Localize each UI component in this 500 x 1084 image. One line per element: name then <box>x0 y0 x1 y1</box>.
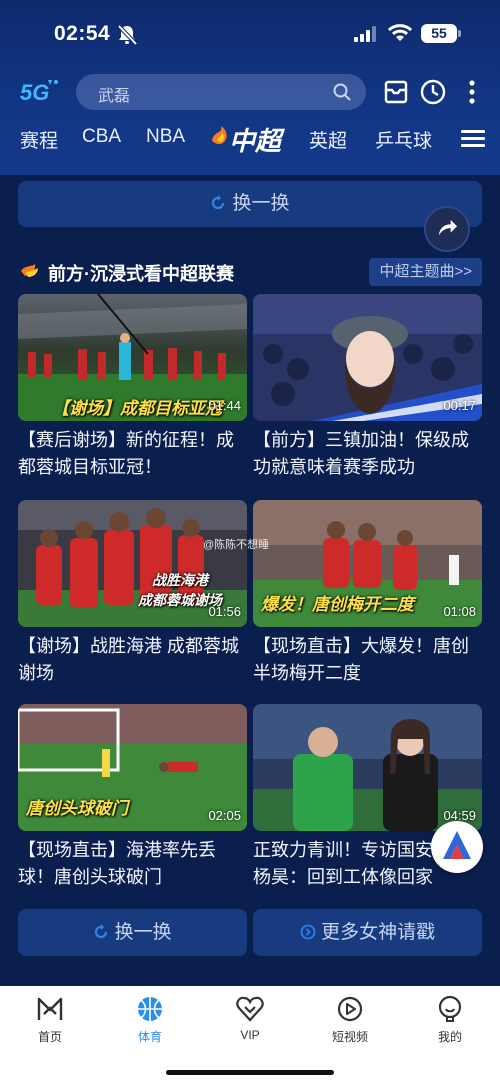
csl-flame-icon <box>212 126 227 144</box>
category-tabs: 赛程 CBA NBA 中超 英超 乒乓球 <box>0 118 500 158</box>
status-bar: 02:54 55 <box>0 0 500 66</box>
video-title[interactable]: 【现场直击】大爆发！唐创半场梅开二度 <box>253 633 482 687</box>
more-label: 更多女神请戳 <box>321 922 436 943</box>
profile-icon <box>438 995 462 1022</box>
home-indicator <box>166 1070 334 1075</box>
play-circle-icon <box>337 996 363 1022</box>
nav-sports-label: 体育 <box>137 1030 162 1044</box>
wifi-icon <box>388 24 412 41</box>
video-thumbnail[interactable]: 战胜海港 成都蓉城谢场 01:56 <box>18 500 247 627</box>
tab-schedule[interactable]: 赛程 <box>20 126 58 153</box>
vip-heart-icon <box>236 996 264 1022</box>
thumbnail-caption: 唐创头球破门 <box>26 799 128 818</box>
video-title[interactable]: 【谢场】战胜海港 成都蓉城谢场 <box>18 633 247 687</box>
theme-song-link[interactable]: 中超主题曲>> <box>369 258 482 286</box>
tab-epl[interactable]: 英超 <box>309 126 347 153</box>
csl-logo-icon <box>21 264 38 277</box>
thumbnail-caption: 爆发！唐创梅开二度 <box>261 595 414 614</box>
nav-sports[interactable]: 体育 <box>110 994 190 1045</box>
section-title: 前方·沉浸式看中超联赛 <box>48 264 234 284</box>
video-duration: 01:56 <box>208 604 241 619</box>
refresh-label: 换一换 <box>114 922 172 943</box>
tab-table-tennis[interactable]: 乒乓球 <box>375 126 432 153</box>
more-vertical-icon[interactable] <box>458 78 486 106</box>
video-duration: 00:17 <box>443 398 476 413</box>
section-header: 前方·沉浸式看中超联赛 中超主题曲>> <box>18 258 482 286</box>
video-thumbnail[interactable]: 04:59 <box>253 704 482 831</box>
app-badge-icon <box>443 831 471 859</box>
cellular-signal-icon <box>354 26 376 42</box>
video-thumbnail[interactable]: 爆发！唐创梅开二度 01:08 <box>253 500 482 627</box>
tab-nba[interactable]: NBA <box>146 126 185 148</box>
video-title[interactable]: 【现场直击】海港率先丢球！唐创头球破门 <box>18 837 247 891</box>
nav-short-video-label: 短视频 <box>331 1030 368 1044</box>
refresh-button-bottom[interactable]: 换一换 <box>18 909 247 956</box>
refresh-label-wrap: 换一换 <box>18 181 482 227</box>
search-bar[interactable]: 武磊 <box>76 74 366 110</box>
tab-menu-icon[interactable] <box>461 128 485 148</box>
video-thumbnail[interactable]: 【谢场】成都目标亚冠 01:44 <box>18 294 247 421</box>
more-goddess-button[interactable]: 更多女神请戳 <box>253 909 482 956</box>
status-time: 02:54 <box>54 22 111 45</box>
video-title[interactable]: 【赛后谢场】新的征程！成都蓉城目标亚冠！ <box>18 427 247 481</box>
refresh-button-top[interactable]: 换一换 <box>18 181 482 227</box>
tab-csl-active[interactable]: 中超 <box>229 121 281 158</box>
refresh-icon <box>212 195 225 210</box>
inbox-icon[interactable] <box>382 78 410 106</box>
share-arrow-icon <box>438 219 458 236</box>
video-thumbnail[interactable]: 00:17 <box>253 294 482 421</box>
floating-app-button[interactable] <box>431 821 483 873</box>
thumbnail-caption-line1: 战胜海港 <box>152 572 208 588</box>
nav-short-video[interactable]: 短视频 <box>310 994 390 1045</box>
battery-indicator: 55 <box>421 24 457 43</box>
home-m-icon <box>37 997 63 1020</box>
svg-text:5G: 5G <box>20 80 49 105</box>
nav-profile[interactable]: 我的 <box>410 994 490 1045</box>
search-placeholder: 武磊 <box>98 88 131 105</box>
nav-vip-label: VIP <box>240 1028 260 1042</box>
bell-off-icon <box>117 24 137 46</box>
watermark-text: @陈陈不想睡 <box>203 539 270 551</box>
video-duration: 02:05 <box>208 808 241 823</box>
thumbnail-caption: 【谢场】成都目标亚冠 <box>52 399 222 418</box>
nav-home-label: 首页 <box>37 1030 62 1044</box>
share-button[interactable] <box>424 206 470 252</box>
basketball-icon <box>138 997 162 1021</box>
history-clock-icon[interactable] <box>419 78 447 106</box>
tab-cba[interactable]: CBA <box>82 126 121 148</box>
video-thumbnail[interactable]: 唐创头球破门 02:05 <box>18 704 247 831</box>
video-duration: 01:44 <box>208 398 241 413</box>
nav-profile-label: 我的 <box>437 1030 462 1044</box>
search-icon[interactable] <box>332 82 352 102</box>
battery-tip <box>458 30 461 37</box>
refresh-label: 换一换 <box>232 193 290 214</box>
nav-vip[interactable]: VIP <box>210 994 290 1042</box>
refresh-icon <box>95 924 108 939</box>
chevron-circle-icon <box>300 924 316 940</box>
nav-home[interactable]: 首页 <box>10 994 90 1045</box>
app-logo-5g-icon[interactable]: 5G <box>18 76 62 106</box>
video-duration: 01:08 <box>443 604 476 619</box>
video-title[interactable]: 【前方】三镇加油！保级成功就意味着赛季成功 <box>253 427 482 481</box>
